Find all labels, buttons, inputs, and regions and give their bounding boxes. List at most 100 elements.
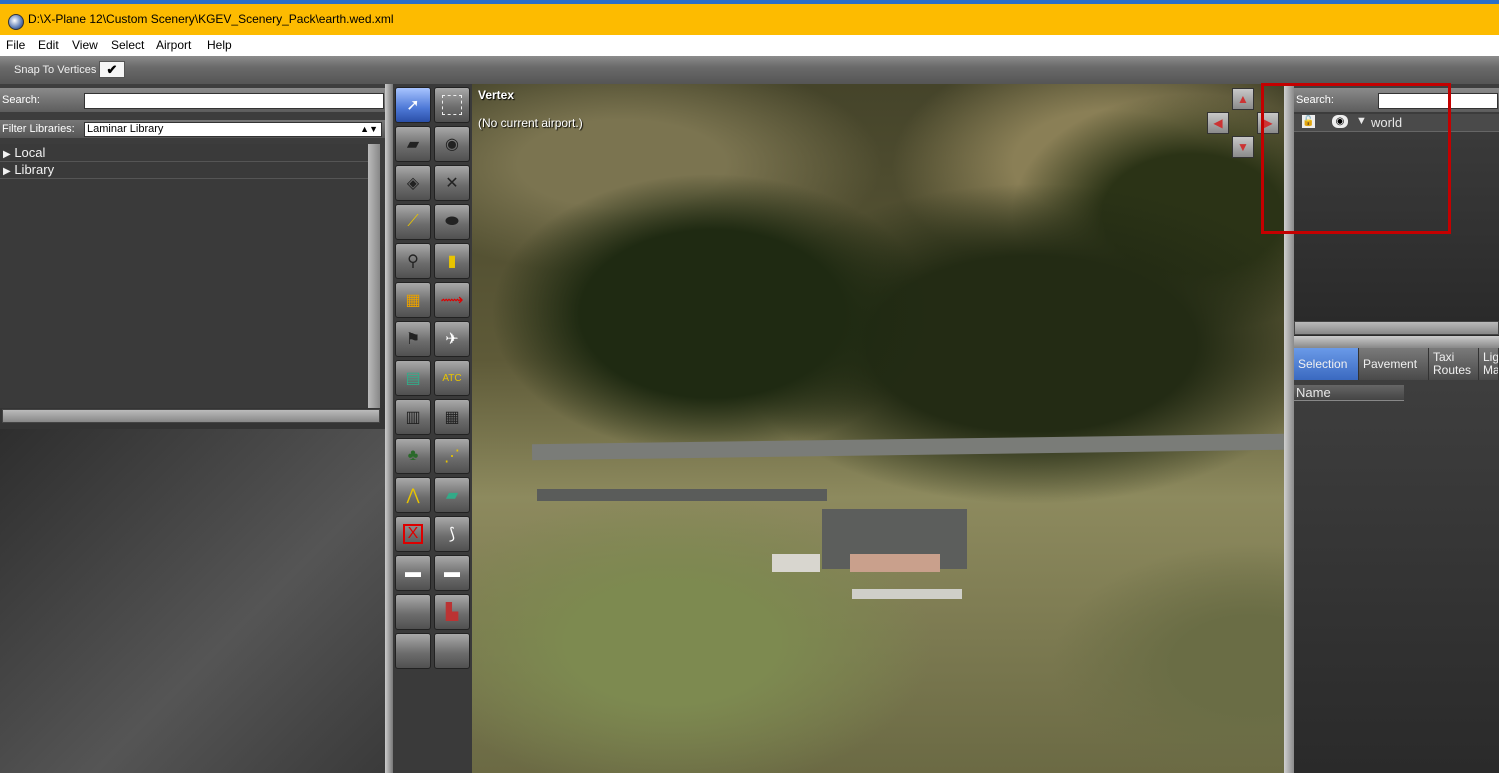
- library-panel: Search: Filter Libraries: Laminar Librar…: [0, 84, 385, 773]
- tool-empty-3[interactable]: [434, 633, 470, 669]
- marquee-icon: [442, 95, 462, 115]
- tool-empty-2[interactable]: [395, 633, 431, 669]
- tool-atc[interactable]: ATC: [434, 360, 470, 396]
- highlight-box: [1261, 83, 1451, 234]
- sign-icon: ▮: [447, 253, 457, 270]
- pan-left-button[interactable]: ◀: [1207, 112, 1229, 134]
- tool-runway[interactable]: ▰: [395, 126, 431, 162]
- tool-forest[interactable]: ♣: [395, 438, 431, 474]
- tool-helipad[interactable]: ◉: [434, 126, 470, 162]
- column-header-name[interactable]: Name: [1294, 385, 1404, 401]
- tool-marquee[interactable]: [434, 87, 470, 123]
- runway: [531, 433, 1284, 461]
- taxiline-icon: ⟋: [407, 213, 419, 230]
- tool-object-string[interactable]: ▦: [434, 399, 470, 435]
- beacon-icon: ⚑: [405, 331, 421, 348]
- tool-windsock[interactable]: ⟿: [434, 282, 470, 318]
- property-tabs: Selection Pavement Taxi Routes Lig Ma: [1294, 348, 1499, 380]
- right-panel-splitter[interactable]: [1294, 336, 1499, 348]
- tool-empty-1[interactable]: [395, 594, 431, 630]
- menu-help[interactable]: Help: [207, 38, 232, 52]
- map-tool-name: Vertex: [478, 88, 515, 102]
- library-search-bar: Search:: [0, 88, 385, 112]
- polyline-icon: ⋀: [406, 487, 420, 504]
- tab-selection[interactable]: Selection: [1294, 348, 1359, 380]
- library-search-input[interactable]: [84, 93, 384, 109]
- arrow-down-icon: ▼: [1237, 140, 1249, 154]
- hierarchy-horizontal-scrollbar[interactable]: [1294, 321, 1499, 335]
- tool-taxiline[interactable]: ⟋: [395, 204, 431, 240]
- tool-truck-parking[interactable]: ▬: [395, 555, 431, 591]
- map-airport-status: (No current airport.): [478, 116, 583, 130]
- tab-taxi-routes[interactable]: Taxi Routes: [1429, 348, 1479, 380]
- tab-pavement[interactable]: Pavement: [1359, 348, 1429, 380]
- windsock-icon: ⟿: [440, 292, 464, 309]
- tab-lights-markings[interactable]: Lig Ma: [1479, 348, 1499, 380]
- expand-triangle-icon[interactable]: ▶: [0, 149, 11, 160]
- library-item-label: Local: [14, 145, 46, 160]
- tool-no-fly[interactable]: ✈: [434, 321, 470, 357]
- library-horizontal-scrollbar[interactable]: [2, 409, 380, 423]
- toolbar: Snap To Vertices ✔: [0, 56, 1499, 85]
- window-title: D:\X-Plane 12\Custom Scenery\KGEV_Scener…: [28, 12, 394, 26]
- library-item-library[interactable]: ▶ Library: [0, 162, 368, 179]
- panel-splitter[interactable]: [385, 84, 393, 773]
- atc-icon: ATC: [442, 372, 462, 384]
- tool-boundary[interactable]: ▤: [395, 360, 431, 396]
- tool-pavement[interactable]: ◈: [395, 165, 431, 201]
- tool-road[interactable]: ⟆: [434, 516, 470, 552]
- snap-to-vertices-checkbox[interactable]: ✔: [99, 61, 125, 78]
- runway-icon: ▰: [406, 136, 420, 153]
- tower-icon: ▦: [405, 292, 421, 309]
- truck-destination-icon: ▬: [444, 564, 460, 581]
- pavement-icon: ◈: [406, 175, 420, 192]
- menu-edit[interactable]: Edit: [38, 38, 59, 52]
- library-item-label: Library: [14, 162, 55, 177]
- filter-libraries-select[interactable]: Laminar Library ▲▼: [84, 122, 382, 137]
- library-list: ▶ Local ▶ Library: [0, 144, 368, 408]
- helipad-icon: ◉: [445, 136, 459, 153]
- tab-label: Selection: [1298, 356, 1348, 371]
- hangar-row: [852, 589, 962, 599]
- facade-icon: ▥: [405, 409, 421, 426]
- map-view[interactable]: Vertex (No current airport.) ▲ ◀ ▶ ▼: [472, 84, 1284, 773]
- tool-facade[interactable]: ▥: [395, 399, 431, 435]
- menu-airport[interactable]: Airport: [156, 38, 191, 52]
- library-search-label: Search:: [2, 94, 40, 106]
- title-bar: D:\X-Plane 12\Custom Scenery\KGEV_Scener…: [0, 4, 1499, 35]
- tool-beacon[interactable]: ⚑: [395, 321, 431, 357]
- tool-palette: ➚ ▰ ◉ ◈ ✕ ⟋ ⬬ ⚲ ▮ ▦ ⟿ ⚑ ✈ ▤ ATC ▥ ▦ ♣ ⋰ …: [393, 84, 472, 773]
- expand-triangle-icon[interactable]: ▶: [0, 166, 11, 177]
- tool-truck-destination[interactable]: ▬: [434, 555, 470, 591]
- line-icon: ⋰: [444, 448, 460, 465]
- tool-sign[interactable]: ▮: [434, 243, 470, 279]
- tree-icon: ♣: [407, 447, 419, 464]
- arrow-left-icon: ◀: [1213, 116, 1223, 130]
- exclusion-icon: X: [403, 524, 423, 544]
- menu-view[interactable]: View: [72, 38, 98, 52]
- menu-file[interactable]: File: [6, 38, 25, 52]
- tool-light[interactable]: ⚲: [395, 243, 431, 279]
- tool-polygon-line[interactable]: ⋀: [395, 477, 431, 513]
- pan-down-button[interactable]: ▼: [1232, 136, 1254, 158]
- globe-icon: [8, 14, 24, 30]
- library-vertical-scrollbar[interactable]: [368, 144, 380, 408]
- no-fly-icon: ✈: [445, 331, 459, 348]
- tool-exclusion[interactable]: X: [395, 516, 431, 552]
- library-item-local[interactable]: ▶ Local: [0, 145, 368, 162]
- tool-vertex-arrow[interactable]: ➚: [395, 87, 431, 123]
- filter-libraries-label: Filter Libraries:: [2, 123, 75, 135]
- object-string-icon: ▦: [444, 409, 460, 426]
- menu-select[interactable]: Select: [111, 38, 144, 52]
- tool-tower[interactable]: ▦: [395, 282, 431, 318]
- pan-up-button[interactable]: ▲: [1232, 88, 1254, 110]
- snap-to-vertices-label: Snap To Vertices: [14, 64, 97, 76]
- arrow-icon: ➚: [406, 97, 420, 114]
- hangar: [772, 554, 820, 572]
- tool-line[interactable]: ⋰: [434, 438, 470, 474]
- tool-autogen[interactable]: ▙: [434, 594, 470, 630]
- tool-hole[interactable]: ⬬: [434, 204, 470, 240]
- truck-icon: ▬: [405, 564, 421, 581]
- tool-taxiway[interactable]: ✕: [434, 165, 470, 201]
- tool-draped-polygon[interactable]: ▰: [434, 477, 470, 513]
